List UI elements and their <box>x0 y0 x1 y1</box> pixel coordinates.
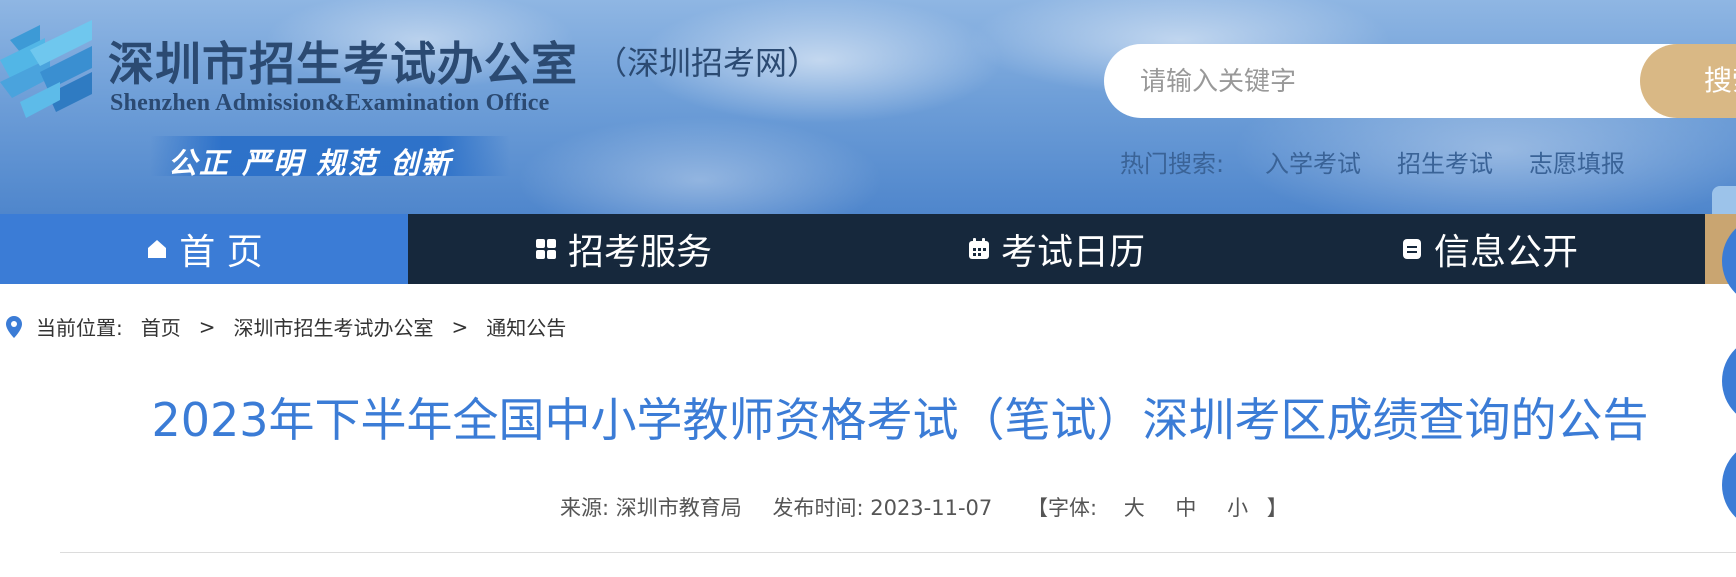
hot-search-link[interactable]: 志愿填报 <box>1529 144 1625 179</box>
nav-item-label: 考试日历 <box>1000 232 1145 273</box>
breadcrumb: 当前位置: 首页 > 深圳市招生考试办公室 > 通知公告 <box>6 312 566 341</box>
font-size-large-button[interactable]: 大 <box>1124 492 1145 522</box>
location-pin-icon <box>6 315 22 338</box>
font-size-small-button[interactable]: 小 <box>1227 492 1248 522</box>
nav-item-label: 招考服务 <box>567 232 712 273</box>
floating-button[interactable] <box>1722 440 1736 530</box>
nav-item-calendar[interactable]: 考试日历 <box>838 214 1274 284</box>
search-input[interactable] <box>1138 44 1722 120</box>
source-value: 深圳市教育局 <box>615 496 742 520</box>
font-size-close: 】 <box>1266 496 1288 520</box>
breadcrumb-separator: > <box>451 314 469 339</box>
article-title: 2023年下半年全国中小学教师资格考试（笔试）深圳考区成绩查询的公告 <box>151 393 1649 447</box>
font-size-medium-button[interactable]: 中 <box>1175 492 1196 522</box>
date-label: 发布时间: <box>772 496 864 520</box>
breadcrumb-item[interactable]: 深圳市招生考试办公室 <box>234 312 434 341</box>
document-icon <box>1402 239 1421 259</box>
breadcrumb-label: 当前位置: <box>36 316 123 340</box>
header-banner: 深圳市招生考试办公室 （深圳招考网） Shenzhen Admission&Ex… <box>0 0 1736 214</box>
nav-item-label: 首 页 <box>179 232 263 273</box>
breadcrumb-separator: > <box>198 314 216 339</box>
calendar-icon <box>968 238 989 259</box>
breadcrumb-item[interactable]: 通知公告 <box>486 312 566 341</box>
nav-item-info[interactable]: 信息公开 <box>1274 214 1704 284</box>
search-button[interactable]: 搜索 <box>1640 44 1736 118</box>
nav-item-services[interactable]: 招考服务 <box>408 214 838 284</box>
hot-search-label: 热门搜索: <box>1120 150 1225 178</box>
hot-search-link[interactable]: 招生考试 <box>1397 144 1493 179</box>
side-tab <box>1712 186 1736 216</box>
nav-item-home[interactable]: 首 页 <box>0 214 408 284</box>
motto: 公正 严明 规范 创新 <box>168 146 453 180</box>
site-title: 深圳市招生考试办公室 <box>108 37 578 91</box>
hot-search-link[interactable]: 入学考试 <box>1265 144 1361 179</box>
article-meta: 来源: 深圳市教育局 发布时间: 2023-11-07 【字体: 大 中 小 】 <box>560 492 1288 522</box>
main-nav: 首 页 招考服务 考试日历 信息公开 <box>0 214 1736 284</box>
site-title-english: Shenzhen Admission&Examination Office <box>110 90 550 116</box>
font-size-open: 【字体: <box>1026 496 1098 520</box>
grid-icon <box>535 239 556 259</box>
divider <box>60 552 1736 553</box>
logo-icon <box>0 20 92 118</box>
date-value: 2023-11-07 <box>870 496 993 520</box>
breadcrumb-item[interactable]: 首页 <box>141 312 181 341</box>
source-label: 来源: <box>560 496 610 520</box>
nav-item-label: 信息公开 <box>1433 232 1578 273</box>
site-subtitle: （深圳招考网） <box>595 44 820 82</box>
home-icon <box>148 240 167 258</box>
